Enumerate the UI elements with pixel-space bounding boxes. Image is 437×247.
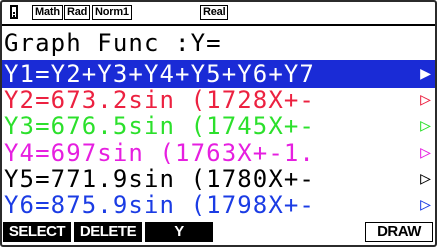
page-title: Graph Func :Y=	[2, 29, 435, 57]
more-right-arrow-icon: ▷	[420, 115, 431, 136]
more-right-arrow-icon: ▷	[420, 168, 431, 189]
more-right-arrow-icon: ▶	[420, 63, 431, 84]
function-row-y1[interactable]: Y1=Y2+Y3+Y4+Y5+Y6+Y7 ▶	[2, 60, 435, 88]
mode-real-badge: Real	[200, 5, 229, 20]
calculator-screen: Math Rad Norm1 Real Graph Func :Y= Y1=Y2…	[0, 0, 437, 247]
function-row-y6[interactable]: Y6=875.9sin (1798X+- ▷	[2, 191, 435, 219]
function-row-y6-text: Y6=875.9sin (1798X+-	[4, 191, 315, 219]
status-bar: Math Rad Norm1 Real	[2, 2, 435, 24]
function-key-bar: SELECT DELETE Y DRAW	[2, 220, 435, 245]
f1-select-button[interactable]: SELECT	[3, 222, 71, 242]
function-row-y2-text: Y2=673.2sin (1728X+-	[4, 86, 315, 114]
function-row-y1-text: Y1=Y2+Y3+Y4+Y5+Y6+Y7	[4, 60, 315, 88]
more-right-arrow-icon: ▷	[420, 194, 431, 215]
function-row-y3-text: Y3=676.5sin (1745X+-	[4, 112, 315, 140]
function-row-y5-text: Y5=771.9sin (1780X+-	[4, 165, 315, 193]
function-row-y3[interactable]: Y3=676.5sin (1745X+- ▷	[2, 112, 435, 140]
f3-type-button[interactable]: Y	[145, 222, 213, 242]
more-right-arrow-icon: ▷	[420, 142, 431, 163]
battery-icon	[10, 5, 18, 19]
function-row-y5[interactable]: Y5=771.9sin (1780X+- ▷	[2, 165, 435, 193]
function-row-y2[interactable]: Y2=673.2sin (1728X+- ▷	[2, 86, 435, 114]
f2-delete-button[interactable]: DELETE	[74, 222, 142, 242]
mode-norm-badge: Norm1	[92, 5, 132, 20]
more-right-arrow-icon: ▷	[420, 89, 431, 110]
mode-rad-badge: Rad	[64, 5, 91, 20]
mode-math-badge: Math	[32, 5, 63, 20]
f6-draw-button[interactable]: DRAW	[365, 222, 433, 242]
status-divider	[2, 24, 435, 26]
function-row-y4-text: Y4=697sin (1763X+-1.	[4, 139, 315, 167]
page-title-text: Graph Func :Y=	[4, 29, 222, 57]
function-row-y4[interactable]: Y4=697sin (1763X+-1. ▷	[2, 139, 435, 167]
